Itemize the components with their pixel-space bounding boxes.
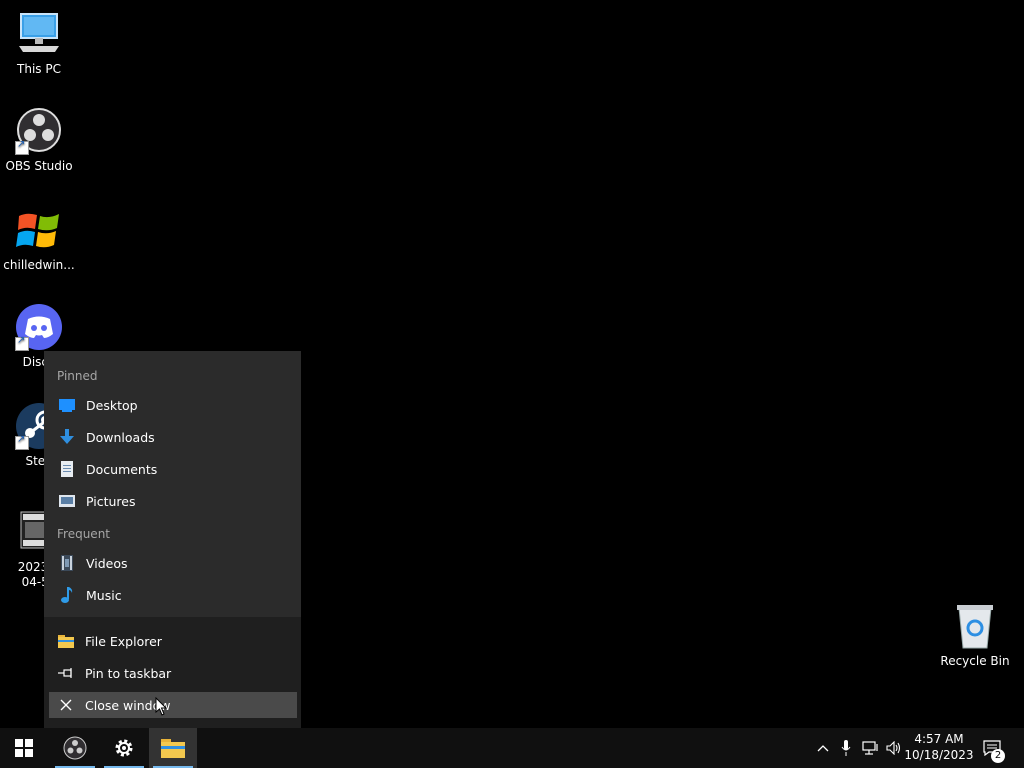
- clock-date: 10/18/2023: [904, 748, 974, 762]
- music-folder-icon: [58, 586, 76, 604]
- discord-icon: [15, 303, 63, 351]
- show-hidden-icons-button[interactable]: [813, 728, 833, 768]
- documents-folder-icon: [58, 460, 76, 478]
- jumplist-item-label: Downloads: [86, 429, 155, 445]
- task-close-window[interactable]: Close window: [49, 692, 297, 718]
- shortcut-arrow-icon: [15, 139, 29, 155]
- desktop-folder-icon: [58, 396, 76, 414]
- desktop-icon-this-pc[interactable]: This PC: [2, 10, 76, 77]
- frequent-header: Frequent: [57, 527, 110, 541]
- jumplist-item-label: Documents: [86, 461, 158, 477]
- desktop-icon-label: chilledwin...: [3, 258, 75, 272]
- obs-studio-icon: [15, 107, 63, 155]
- desktop-icon-label: This PC: [17, 62, 61, 76]
- jumplist-tasks: File Explorer Pin to taskbar Close windo…: [44, 617, 301, 728]
- jumplist-item-label: Desktop: [86, 397, 138, 413]
- taskbar: 4:57 AM 10/18/2023: [0, 728, 1024, 768]
- shortcut-arrow-icon: [15, 434, 29, 450]
- jumplist-item-desktop[interactable]: Desktop: [54, 392, 291, 418]
- task-label: File Explorer: [85, 633, 162, 649]
- downloads-folder-icon: [58, 428, 76, 446]
- desktop-icon-label: Recycle Bin: [940, 654, 1010, 668]
- windows-logo-icon: [15, 739, 33, 757]
- jumplist-item-documents[interactable]: Documents: [54, 456, 291, 482]
- taskbar-file-explorer[interactable]: [149, 728, 197, 768]
- network-tray-button[interactable]: [860, 728, 882, 768]
- microphone-tray-button[interactable]: [837, 728, 855, 768]
- clock[interactable]: 4:57 AM 10/18/2023: [904, 731, 974, 763]
- volume-tray-button[interactable]: [884, 728, 904, 768]
- chevron-up-icon: [817, 745, 829, 752]
- mouse-cursor-icon: [155, 697, 167, 716]
- jumplist-item-pictures[interactable]: Pictures: [54, 488, 291, 514]
- taskbar-settings[interactable]: [100, 728, 148, 768]
- start-button[interactable]: [0, 728, 48, 768]
- jumplist-item-label: Pictures: [86, 493, 136, 509]
- jumplist-item-label: Music: [86, 587, 122, 603]
- task-label: Pin to taskbar: [85, 665, 172, 681]
- jumplist-item-label: Videos: [86, 555, 128, 571]
- notification-count-badge: 2: [991, 749, 1005, 763]
- obs-studio-icon: [63, 736, 87, 760]
- pin-icon: [57, 664, 75, 682]
- pictures-folder-icon: [58, 492, 76, 510]
- desktop-icon-recycle-bin[interactable]: Recycle Bin: [938, 602, 1012, 669]
- network-icon: [862, 741, 878, 755]
- desktop-icon-label: OBS Studio: [5, 159, 73, 173]
- videos-folder-icon: [58, 554, 76, 572]
- desktop-icon-obs-studio[interactable]: OBS Studio: [2, 107, 76, 174]
- shortcut-arrow-icon: [15, 335, 29, 351]
- microphone-icon: [841, 740, 851, 756]
- close-icon: [57, 696, 75, 714]
- recycle-bin-icon: [951, 602, 999, 650]
- file-explorer-icon: [161, 739, 185, 758]
- task-pin-to-taskbar[interactable]: Pin to taskbar: [49, 660, 297, 686]
- taskbar-obs-studio[interactable]: [51, 728, 99, 768]
- this-pc-icon: [15, 10, 63, 58]
- task-file-explorer[interactable]: File Explorer: [49, 628, 297, 654]
- windows-flag-icon: [15, 206, 63, 254]
- jumplist-item-music[interactable]: Music: [54, 582, 291, 608]
- file-explorer-icon: [57, 632, 75, 650]
- file-explorer-jump-list: Pinned Desktop Downloads Documents Pictu…: [44, 351, 301, 728]
- desktop-icon-chilledwin[interactable]: chilledwin...: [2, 206, 76, 273]
- jumplist-item-downloads[interactable]: Downloads: [54, 424, 291, 450]
- speaker-icon: [886, 741, 901, 755]
- jumplist-item-videos[interactable]: Videos: [54, 550, 291, 576]
- clock-time: 4:57 AM: [914, 732, 964, 746]
- gear-icon: [115, 739, 133, 757]
- pinned-header: Pinned: [57, 369, 98, 383]
